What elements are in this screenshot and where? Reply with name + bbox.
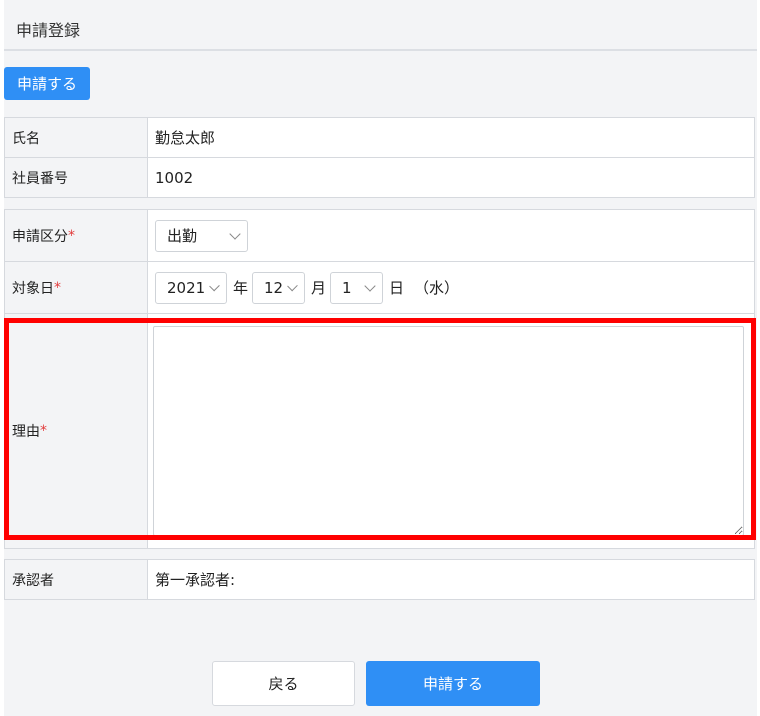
employee-name-value: 勤怠太郎 <box>148 118 754 157</box>
submit-button-top[interactable]: 申請する <box>4 67 90 100</box>
approver-value: 第一承認者: <box>148 560 754 599</box>
reason-row: 理由 * <box>5 314 754 548</box>
back-button[interactable]: 戻る <box>212 661 355 706</box>
chevron-down-icon <box>229 227 241 240</box>
target-date-row: 対象日 * 2021 年 12 月 1 日 （水） <box>5 262 754 314</box>
approver-label: 承認者 <box>5 560 148 599</box>
year-select[interactable]: 2021 <box>155 271 227 304</box>
reason-label: 理由 * <box>5 314 148 548</box>
approver-table: 承認者 第一承認者: <box>4 559 755 600</box>
required-mark: * <box>68 227 75 244</box>
employee-name-label: 氏名 <box>5 118 148 157</box>
year-unit: 年 <box>233 279 249 297</box>
day-unit: 日 <box>389 279 405 297</box>
employee-id-value: 1002 <box>148 158 754 197</box>
employee-id-label: 社員番号 <box>5 158 148 197</box>
application-form-table: 申請区分 * 出勤 対象日 * 2021 年 12 月 1 日 （水） 理由 * <box>4 209 755 549</box>
chevron-down-icon <box>287 280 298 291</box>
month-select[interactable]: 12 <box>252 271 306 304</box>
employee-id-row: 社員番号 1002 <box>5 158 754 197</box>
required-mark: * <box>40 423 47 439</box>
employee-name-row: 氏名 勤怠太郎 <box>5 118 754 158</box>
application-type-row: 申請区分 * 出勤 <box>5 210 754 262</box>
target-date-label: 対象日 * <box>5 262 148 313</box>
required-mark: * <box>54 279 61 296</box>
reason-textarea[interactable] <box>153 326 744 536</box>
page: 申請登録 申請する 氏名 勤怠太郎 社員番号 1002 申請区分 * 出勤 対象… <box>4 0 757 716</box>
day-select[interactable]: 1 <box>330 271 384 304</box>
title-divider <box>4 49 757 51</box>
employee-info-table: 氏名 勤怠太郎 社員番号 1002 <box>4 117 755 198</box>
page-title: 申請登録 <box>16 21 81 40</box>
month-unit: 月 <box>311 279 327 297</box>
weekday-label: （水） <box>414 279 460 297</box>
application-type-label: 申請区分 * <box>5 210 148 261</box>
submit-button[interactable]: 申請する <box>366 661 540 706</box>
chevron-down-icon <box>364 279 376 292</box>
application-type-select[interactable]: 出勤 <box>155 219 248 252</box>
approver-row: 承認者 第一承認者: <box>5 560 754 599</box>
chevron-down-icon <box>209 280 220 291</box>
